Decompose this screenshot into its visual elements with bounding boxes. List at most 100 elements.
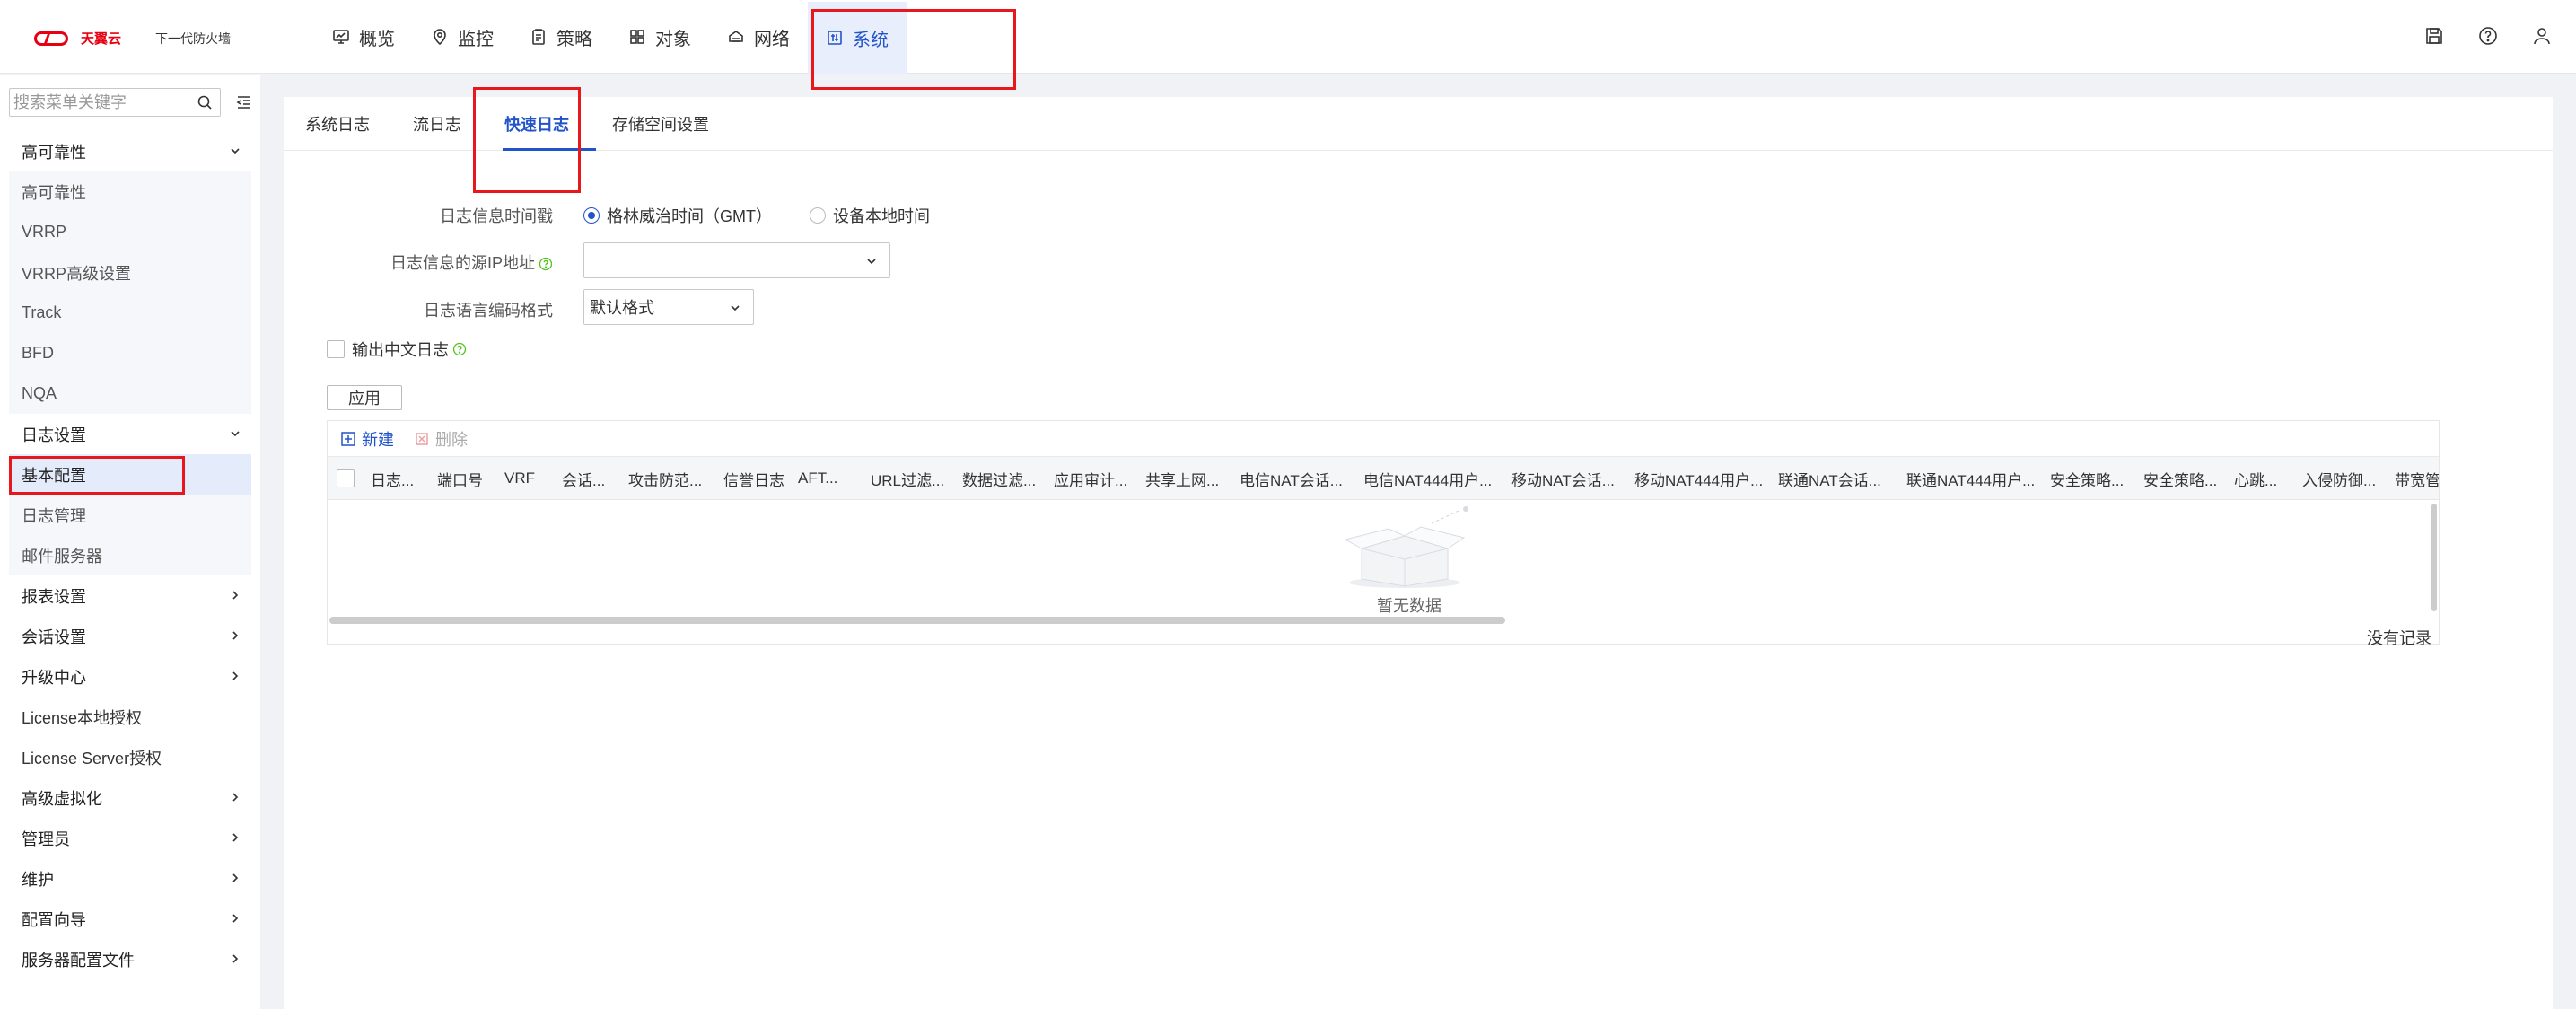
help-icon[interactable] [2477,25,2499,47]
chevron-right-icon [228,669,242,683]
menu-search [9,88,221,117]
sidebar-item[interactable]: Track [9,293,251,333]
column-header[interactable]: 安全策略... [2050,457,2124,499]
user-icon[interactable] [2531,25,2553,47]
sidebar-item[interactable]: 服务器配置文件 [9,939,251,979]
column-header[interactable]: 日志... [371,457,414,499]
nav-monitor[interactable]: 监控 [413,0,512,74]
column-header[interactable]: AFT... [798,457,837,499]
table-header: 日志... 端口号 VRF 会话... 攻击防范... 信誉日志 AFT... URL过滤..… [328,457,2439,500]
sidebar: 高可靠性高可靠性VRRPVRRP高级设置TrackBFDNQA日志设置基本配置日… [0,75,260,1009]
timestamp-local-option[interactable]: 设备本地时间 [810,204,930,227]
empty-state: 暂无数据 [1333,504,1485,620]
collapse-sidebar-icon[interactable] [235,93,253,111]
column-header[interactable]: 电信NAT444用户... [1363,457,1492,499]
column-header[interactable]: 入侵防御... [2302,457,2376,499]
horizontal-scrollbar[interactable] [329,617,1505,624]
help-circle-icon[interactable] [452,342,467,356]
column-header[interactable]: 攻击防范... [628,457,702,499]
column-header[interactable]: 移动NAT444用户... [1634,457,1763,499]
menu-search-input[interactable] [10,90,189,115]
column-header[interactable]: URL过滤... [871,457,944,499]
local-time-radio[interactable] [810,207,826,224]
chevron-right-icon [228,628,242,643]
sidebar-item[interactable]: VRRP高级设置 [9,252,251,293]
nav-label: 网络 [754,29,790,49]
chinese-log-checkbox[interactable] [327,340,345,358]
column-header[interactable]: 共享上网... [1145,457,1219,499]
column-header[interactable]: 带宽管 [2395,457,2439,499]
column-header[interactable]: 移动NAT会话... [1511,457,1615,499]
sidebar-item[interactable]: License本地授权 [9,697,251,737]
fast-log-table: 新建 删除 日志... 端口号 VRF 会话... 攻击防范... 信誉日志 AFT... U… [327,420,2440,647]
sidebar-item-label: 管理员 [22,829,70,848]
tab-system-log[interactable]: 系统日志 [284,97,391,151]
sidebar-item[interactable]: 管理员 [9,818,251,858]
sidebar-item-label: 高级虚拟化 [22,789,102,808]
delete-button[interactable]: 删除 [414,427,468,451]
chinese-log-option[interactable]: 输出中文日志 [327,338,467,361]
sidebar-item-label: NQA [22,384,57,402]
select-all-checkbox[interactable] [337,469,355,487]
sidebar-item-label: 日志设置 [22,426,86,444]
table-toolbar: 新建 删除 [328,421,2439,457]
apply-button[interactable]: 应用 [327,385,402,410]
new-button[interactable]: 新建 [340,427,394,451]
sidebar-item-label: 高可靠性 [22,183,86,202]
timestamp-gmt-option[interactable]: 格林威治时间（GMT） [583,204,772,227]
source-ip-select[interactable] [583,242,890,278]
help-circle-icon[interactable] [539,257,553,271]
column-header[interactable]: 端口号 [437,457,483,499]
cloud-logo-icon [34,31,68,46]
sidebar-item[interactable]: NQA [9,373,251,414]
sidebar-item[interactable]: 报表设置 [9,575,251,616]
sidebar-item[interactable]: License Server授权 [9,737,251,777]
column-header[interactable]: 联通NAT444用户... [1906,457,2035,499]
tab-flow-log[interactable]: 流日志 [391,97,483,151]
column-header[interactable]: 电信NAT会话... [1240,457,1343,499]
sidebar-item-label: License Server授权 [22,749,162,768]
gmt-radio-label: 格林威治时间（GMT） [607,207,772,225]
sidebar-item[interactable]: 日志管理 [9,495,251,535]
column-header[interactable]: 联通NAT会话... [1778,457,1881,499]
network-icon [727,28,745,46]
sidebar-item-label: 日志管理 [22,506,86,525]
nav-object[interactable]: 对象 [610,0,709,74]
sidebar-item[interactable]: 邮件服务器 [9,535,251,575]
encoding-select[interactable]: 默认格式 [583,289,754,325]
gmt-radio[interactable] [583,207,600,224]
tab-storage-settings[interactable]: 存储空间设置 [591,97,731,151]
save-icon[interactable] [2423,25,2445,47]
column-header[interactable]: 数据过滤... [962,457,1036,499]
search-icon[interactable] [197,94,213,110]
chinese-log-label: 输出中文日志 [352,341,449,359]
column-header[interactable]: 应用审计... [1054,457,1127,499]
product-name: 下一代防火墙 [155,31,232,46]
sidebar-item-label: BFD [22,344,54,362]
nav-overview[interactable]: 概览 [314,0,413,74]
nav-network[interactable]: 网络 [709,0,808,74]
column-header[interactable]: 会话... [562,457,605,499]
sidebar-item[interactable]: 升级中心 [9,656,251,697]
chevron-right-icon [228,790,242,804]
column-header[interactable]: 信誉日志 [723,457,784,499]
sidebar-item[interactable]: 配置向导 [9,899,251,939]
column-header[interactable]: 心跳... [2234,457,2277,499]
sidebar-item[interactable]: 日志设置 [9,414,251,454]
sidebar-item-label: 升级中心 [22,668,86,687]
clipboard-icon [530,28,548,46]
sidebar-item[interactable]: 高可靠性 [9,131,251,171]
vertical-scrollbar[interactable] [2431,504,2437,611]
nav-policy[interactable]: 策略 [512,0,610,74]
new-button-label: 新建 [362,430,394,449]
sidebar-item[interactable]: 维护 [9,858,251,899]
sidebar-item[interactable]: BFD [9,333,251,373]
sidebar-item[interactable]: VRRP [9,212,251,252]
sidebar-item-label: 邮件服务器 [22,547,102,566]
sidebar-item[interactable]: 会话设置 [9,616,251,656]
sidebar-item[interactable]: 高可靠性 [9,171,251,212]
column-header[interactable]: 安全策略... [2143,457,2217,499]
sidebar-item-label: 配置向导 [22,910,86,929]
column-header[interactable]: VRF [504,457,535,499]
sidebar-item[interactable]: 高级虚拟化 [9,777,251,818]
